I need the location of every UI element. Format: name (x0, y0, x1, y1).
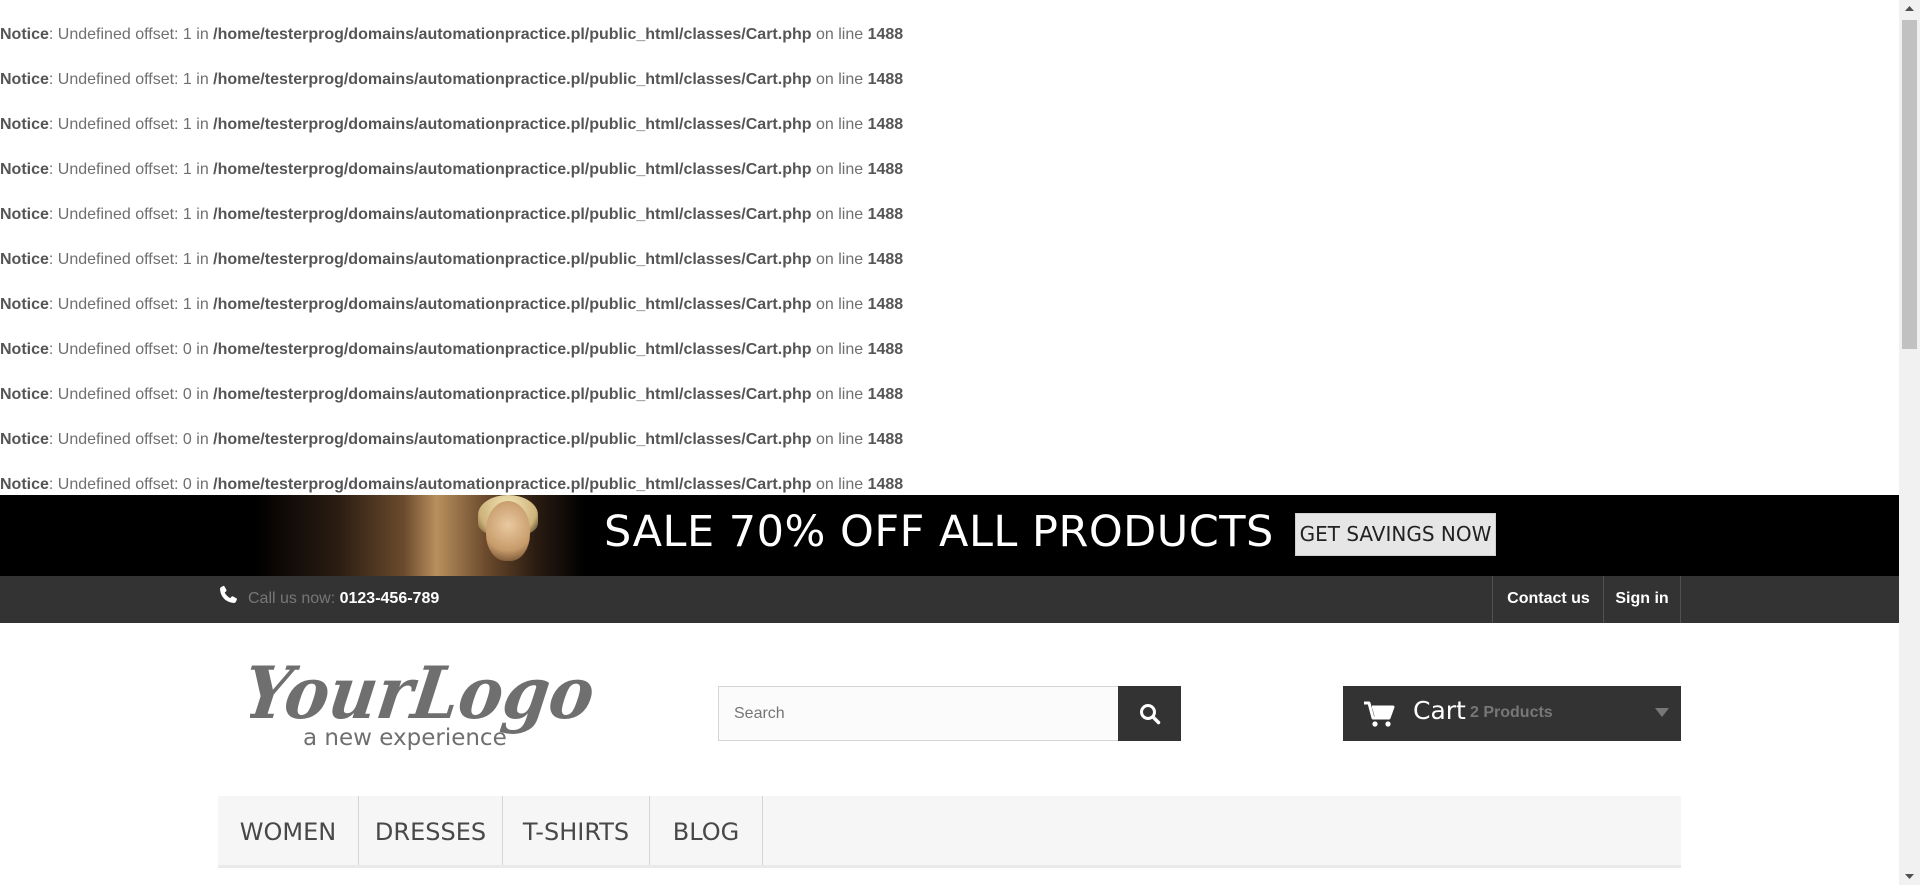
search-input[interactable] (718, 686, 1119, 741)
notice-line-number: 1488 (867, 431, 904, 448)
php-notice-row: Notice: Undefined offset: 1 in /home/tes… (0, 0, 1899, 45)
notice-message: : Undefined offset: 1 in (48, 116, 214, 133)
notice-on-line: on line (811, 206, 868, 223)
notice-label: Notice (0, 476, 49, 493)
notice-file-path: /home/testerprog/domains/automationpract… (213, 341, 812, 358)
notice-on-line: on line (811, 431, 868, 448)
notice-on-line: on line (811, 386, 868, 403)
scroll-up-arrow-icon[interactable] (1899, 0, 1920, 17)
php-notice-row: Notice: Undefined offset: 0 in /home/tes… (0, 315, 1899, 360)
notice-on-line: on line (811, 116, 868, 133)
top-nav-bar: Call us now: 0123-456-789 Contact us Sig… (0, 576, 1899, 623)
notice-on-line: on line (811, 296, 868, 313)
banner-headline: SALE 70% OFF ALL PRODUCTS (604, 507, 1274, 557)
notice-on-line: on line (811, 71, 868, 88)
cart-button[interactable]: Cart 2 Products (1343, 686, 1681, 741)
php-notice-list: Notice: Undefined offset: 1 in /home/tes… (0, 0, 1899, 495)
cart-product-count: 2 Products (1470, 704, 1553, 721)
page: Notice: Undefined offset: 1 in /home/tes… (0, 0, 1899, 885)
notice-message: : Undefined offset: 0 in (48, 431, 214, 448)
php-notice-row: Notice: Undefined offset: 1 in /home/tes… (0, 180, 1899, 225)
search-button[interactable] (1118, 686, 1181, 741)
notice-label: Notice (0, 161, 49, 178)
notice-line-number: 1488 (867, 476, 904, 493)
notice-message: : Undefined offset: 1 in (48, 251, 214, 268)
notice-label: Notice (0, 251, 49, 268)
banner-model-face (486, 501, 530, 561)
menu-item-blog[interactable]: BLOG (650, 796, 763, 865)
notice-line-number: 1488 (867, 116, 904, 133)
scroll-down-arrow-icon[interactable] (1899, 868, 1920, 885)
chevron-down-icon (1655, 708, 1669, 717)
sign-in-link[interactable]: Sign in (1603, 576, 1681, 623)
notice-line-number: 1488 (867, 161, 904, 178)
notice-message: : Undefined offset: 1 in (48, 206, 214, 223)
notice-label: Notice (0, 296, 49, 313)
notice-label: Notice (0, 71, 49, 88)
notice-file-path: /home/testerprog/domains/automationpract… (213, 251, 812, 268)
notice-label: Notice (0, 341, 49, 358)
call-us-label: Call us now: (248, 590, 340, 607)
notice-line-number: 1488 (867, 386, 904, 403)
search-icon (1140, 704, 1161, 725)
notice-line-number: 1488 (867, 251, 904, 268)
php-notice-row: Notice: Undefined offset: 0 in /home/tes… (0, 450, 1899, 495)
notice-message: : Undefined offset: 1 in (48, 26, 214, 43)
notice-on-line: on line (811, 251, 868, 268)
sale-banner[interactable]: SALE 70% OFF ALL PRODUCTS GET SAVINGS NO… (0, 495, 1899, 576)
notice-label: Notice (0, 386, 49, 403)
php-notice-row: Notice: Undefined offset: 0 in /home/tes… (0, 360, 1899, 405)
notice-message: : Undefined offset: 0 in (48, 386, 214, 403)
notice-file-path: /home/testerprog/domains/automationpract… (213, 431, 812, 448)
notice-on-line: on line (811, 341, 868, 358)
cart-icon (1364, 701, 1395, 727)
notice-label: Notice (0, 206, 49, 223)
notice-message: : Undefined offset: 0 in (48, 341, 214, 358)
notice-file-path: /home/testerprog/domains/automationpract… (213, 116, 812, 133)
main-menu: WOMEN DRESSES T-SHIRTS BLOG (218, 796, 1681, 868)
scrollbar-thumb[interactable] (1902, 20, 1917, 349)
notice-label: Notice (0, 116, 49, 133)
vertical-scrollbar[interactable] (1899, 0, 1920, 885)
notice-line-number: 1488 (867, 296, 904, 313)
menu-item-t-shirts[interactable]: T-SHIRTS (503, 796, 650, 865)
cart-label: Cart (1413, 696, 1466, 725)
notice-file-path: /home/testerprog/domains/automationpract… (213, 296, 812, 313)
logo-tagline: a new experience (303, 725, 507, 751)
notice-line-number: 1488 (867, 206, 904, 223)
php-notice-row: Notice: Undefined offset: 1 in /home/tes… (0, 135, 1899, 180)
get-savings-button[interactable]: GET SAVINGS NOW (1295, 513, 1496, 556)
php-notice-row: Notice: Undefined offset: 1 in /home/tes… (0, 90, 1899, 135)
notice-file-path: /home/testerprog/domains/automationpract… (213, 386, 812, 403)
notice-file-path: /home/testerprog/domains/automationpract… (213, 71, 812, 88)
notice-label: Notice (0, 26, 49, 43)
contact-us-link[interactable]: Contact us (1492, 576, 1604, 623)
logo-main-text: YourLogo (250, 651, 600, 736)
php-notice-row: Notice: Undefined offset: 1 in /home/tes… (0, 45, 1899, 90)
notice-on-line: on line (811, 26, 868, 43)
phone-number: 0123-456-789 (339, 590, 440, 607)
menu-item-dresses[interactable]: DRESSES (359, 796, 503, 865)
notice-line-number: 1488 (867, 26, 904, 43)
notice-line-number: 1488 (867, 341, 904, 358)
php-notice-row: Notice: Undefined offset: 0 in /home/tes… (0, 405, 1899, 450)
notice-on-line: on line (811, 161, 868, 178)
php-notice-row: Notice: Undefined offset: 1 in /home/tes… (0, 225, 1899, 270)
menu-item-women[interactable]: WOMEN (218, 796, 359, 865)
notice-file-path: /home/testerprog/domains/automationpract… (213, 161, 812, 178)
notice-message: : Undefined offset: 1 in (48, 161, 214, 178)
php-notice-row: Notice: Undefined offset: 1 in /home/tes… (0, 270, 1899, 315)
notice-message: : Undefined offset: 1 in (48, 71, 214, 88)
notice-message: : Undefined offset: 0 in (48, 476, 214, 493)
notice-on-line: on line (811, 476, 868, 493)
phone-icon (220, 585, 237, 603)
notice-file-path: /home/testerprog/domains/automationpract… (213, 206, 812, 223)
notice-file-path: /home/testerprog/domains/automationpract… (213, 476, 812, 493)
notice-message: : Undefined offset: 1 in (48, 296, 214, 313)
site-logo[interactable]: YourLogo a new experience (250, 650, 610, 760)
notice-line-number: 1488 (867, 71, 904, 88)
notice-label: Notice (0, 431, 49, 448)
call-us-text: Call us now: 0123-456-789 (248, 590, 439, 608)
notice-file-path: /home/testerprog/domains/automationpract… (213, 26, 812, 43)
